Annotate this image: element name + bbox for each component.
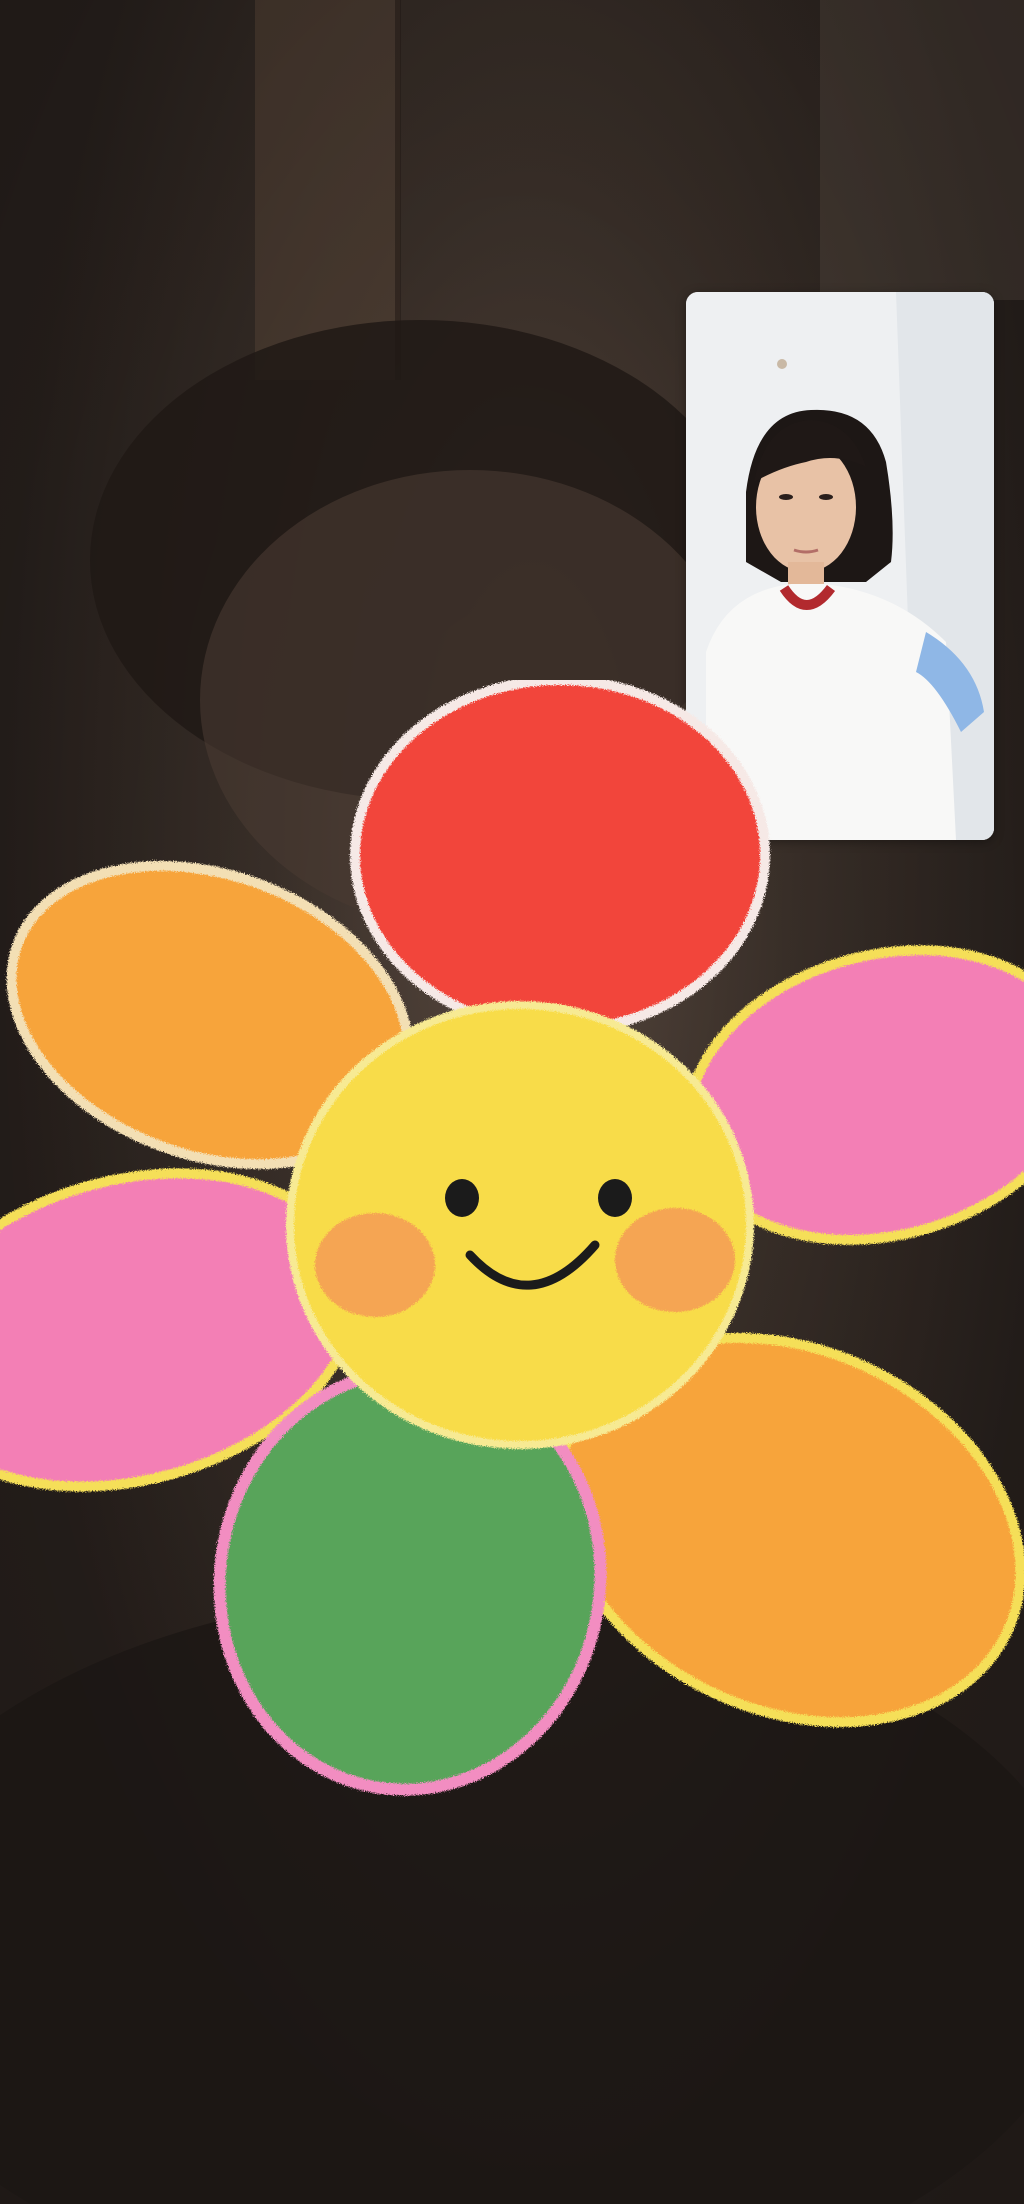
video-call-screen bbox=[0, 0, 1024, 2204]
smiling-flower-sticker-icon bbox=[0, 680, 1024, 1796]
flower-effect-sticker bbox=[0, 680, 1024, 1820]
